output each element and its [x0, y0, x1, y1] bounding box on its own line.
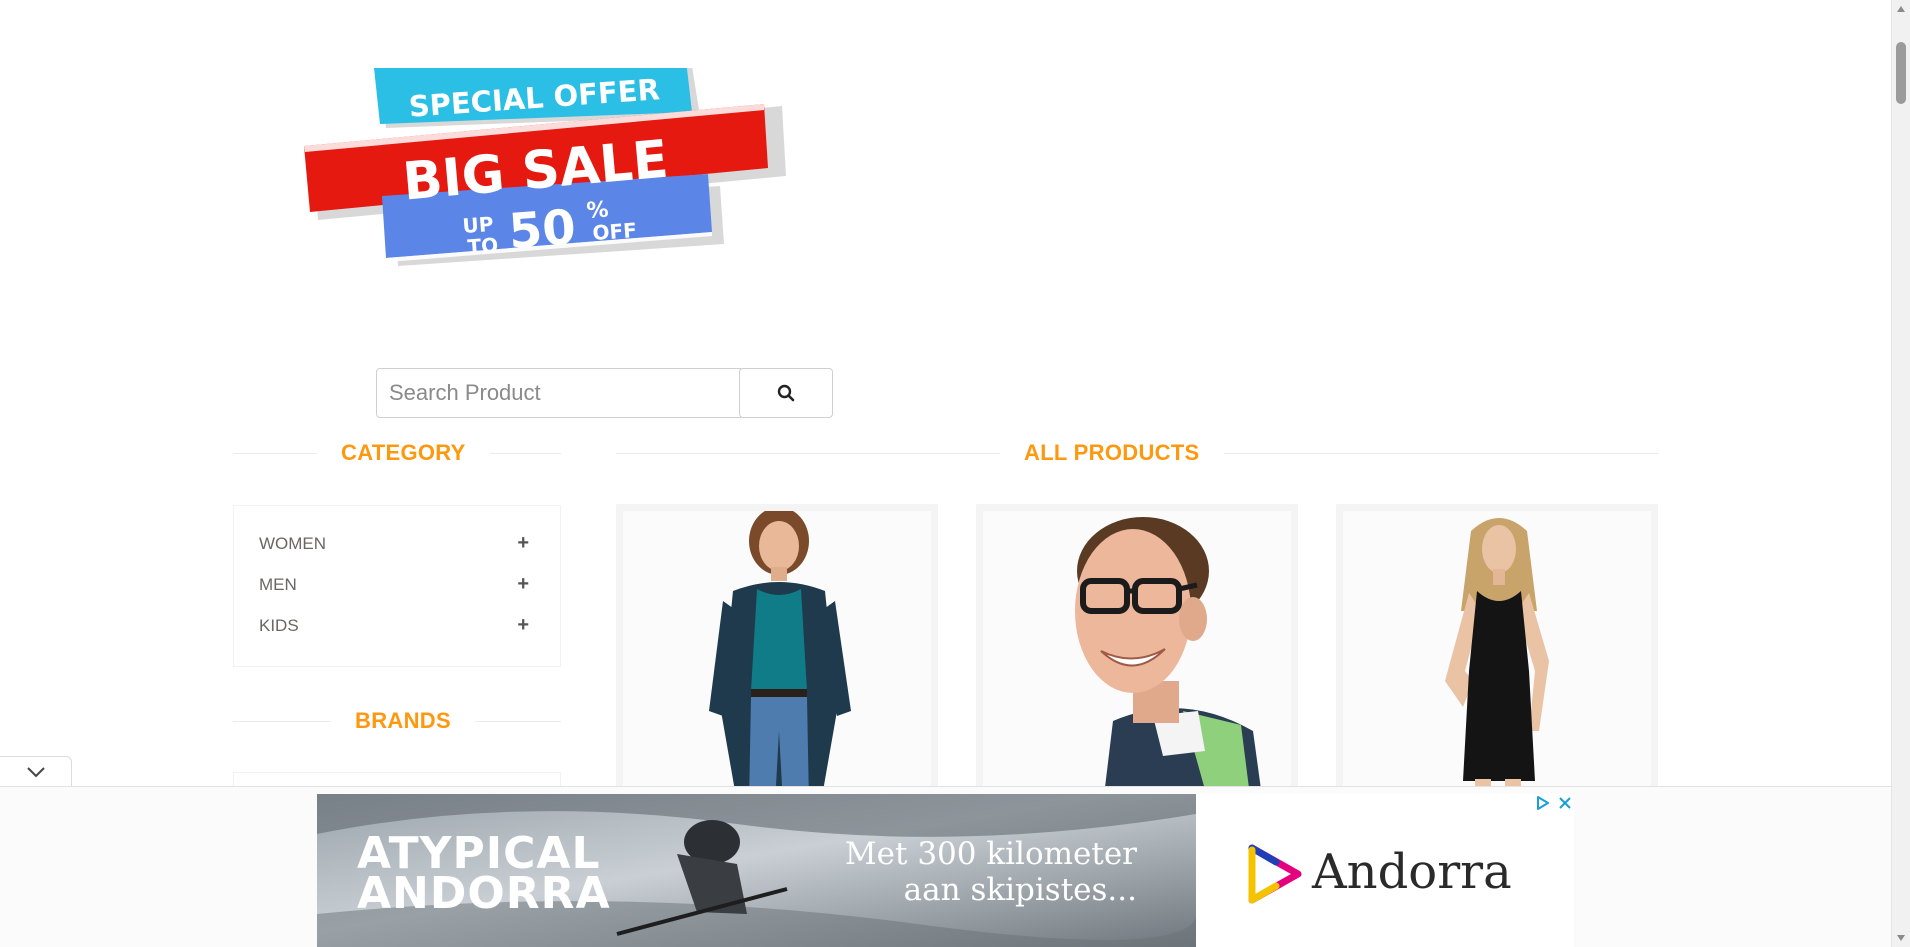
product-card[interactable]: [1336, 504, 1658, 804]
ad-copy: Met 300 kilometer aan skipistes...: [797, 836, 1137, 908]
scroll-up-icon[interactable]: [1892, 0, 1910, 17]
andorra-logo-icon: [1248, 844, 1302, 904]
category-item-kids[interactable]: KIDS +: [259, 614, 529, 637]
ad-copy-line1: Met 300 kilometer: [844, 836, 1137, 872]
brands-heading: BRANDS: [233, 708, 561, 734]
category-label: KIDS: [259, 615, 299, 635]
divider: [1223, 452, 1659, 454]
search-button[interactable]: [739, 368, 833, 418]
product-card[interactable]: [976, 504, 1298, 804]
ad-logo-text: Andorra: [1312, 844, 1512, 900]
ad-brand-text: ATYPICAL ANDORRA: [357, 832, 611, 919]
banner-off: OFF: [592, 218, 638, 245]
ad-brand-line2: ANDORRA: [357, 868, 611, 919]
chevron-down-icon: [26, 766, 45, 777]
ad-controls: [1535, 795, 1573, 811]
adchoices-icon[interactable]: [1535, 795, 1551, 811]
ad-collapse-button[interactable]: [0, 756, 72, 786]
product-image: [1445, 518, 1549, 804]
category-label: WOMEN: [259, 533, 327, 553]
plus-icon[interactable]: +: [517, 532, 529, 555]
scrollbar-thumb[interactable]: [1896, 42, 1906, 104]
search-icon: [777, 384, 795, 402]
divider: [489, 452, 561, 454]
page-scrollbar[interactable]: [1891, 0, 1910, 947]
ad-banner: ATYPICAL ANDORRA Met 300 kilometer aan s…: [0, 786, 1891, 947]
sale-banner[interactable]: SPECIAL OFFER BIG SALE UP TO 50 % OFF: [300, 68, 790, 290]
banner-to: TO: [467, 233, 499, 259]
search-bar: [376, 368, 833, 418]
product-image: [709, 511, 851, 804]
divider: [474, 720, 561, 722]
search-input[interactable]: [376, 368, 741, 418]
category-title: CATEGORY: [341, 440, 466, 465]
divider: [233, 452, 317, 454]
category-list: WOMEN + MEN + KIDS +: [233, 505, 561, 667]
product-image: [1075, 517, 1263, 804]
category-heading: CATEGORY: [233, 440, 561, 466]
page: SPECIAL OFFER BIG SALE UP TO 50 % OFF CA…: [0, 0, 1910, 947]
plus-icon[interactable]: +: [517, 614, 529, 637]
all-products-title: ALL PRODUCTS: [1024, 440, 1200, 465]
category-label: MEN: [259, 574, 297, 594]
products-heading: ALL PRODUCTS: [616, 440, 1659, 466]
product-card[interactable]: [616, 504, 938, 804]
ad-logo-panel[interactable]: Andorra: [1196, 794, 1574, 947]
divider: [233, 720, 331, 722]
category-item-women[interactable]: WOMEN +: [259, 532, 529, 555]
plus-icon[interactable]: +: [517, 573, 529, 596]
divider: [616, 452, 1000, 454]
category-item-men[interactable]: MEN +: [259, 573, 529, 596]
ad-copy-line2: aan skipistes...: [903, 872, 1137, 908]
scroll-down-icon[interactable]: [1892, 930, 1910, 947]
brands-title: BRANDS: [355, 708, 451, 733]
close-icon[interactable]: [1557, 795, 1573, 811]
banner-value: 50: [507, 199, 578, 260]
ad-image[interactable]: ATYPICAL ANDORRA Met 300 kilometer aan s…: [317, 794, 1196, 947]
